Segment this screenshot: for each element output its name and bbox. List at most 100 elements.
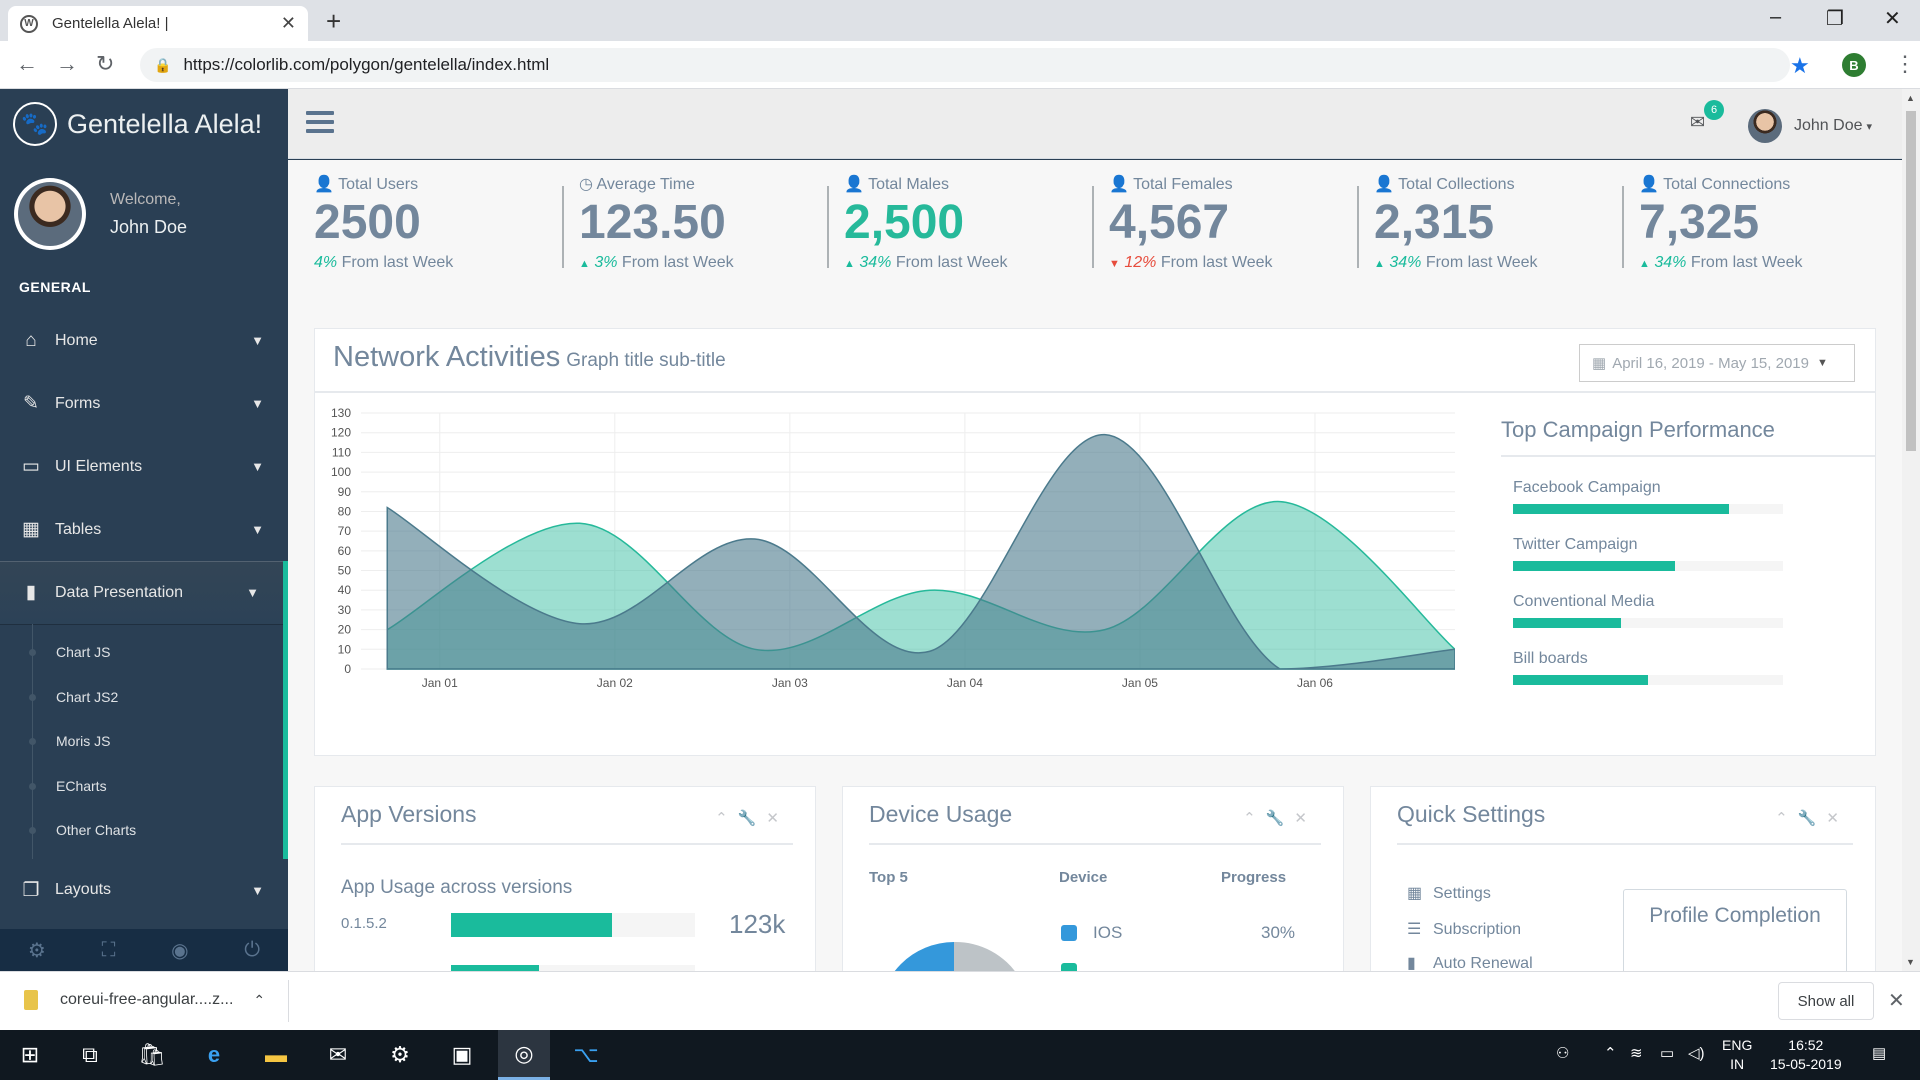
date-range-picker[interactable]: ▦ April 16, 2019 - May 15, 2019 ▼ <box>1579 344 1855 382</box>
submenu-item-echarts[interactable]: ECharts <box>0 764 283 809</box>
campaign-label: Conventional Media <box>1513 593 1655 610</box>
network-app-icon[interactable]: ⚙ <box>374 1030 426 1080</box>
vs-app-icon[interactable]: ▣ <box>436 1030 488 1080</box>
url-field[interactable]: 🔒 https://colorlib.com/polygon/gentelell… <box>140 48 1790 82</box>
people-icon[interactable]: ⚇ <box>1556 1044 1569 1062</box>
brand[interactable]: 🐾 Gentelella Alela! <box>0 89 288 159</box>
chrome-icon[interactable]: ◎ <box>498 1030 550 1080</box>
envelope-icon[interactable]: ✉ <box>1690 112 1705 133</box>
user-icon: 👤 <box>844 176 864 193</box>
campaign-label: Bill boards <box>1513 650 1588 667</box>
tile-average-time: ◷ Average Time 123.50 ▲ 3% From last Wee… <box>562 174 843 274</box>
submenu-item-chart-js[interactable]: Chart JS <box>0 630 283 675</box>
close-icon[interactable]: ✕ <box>1826 810 1849 827</box>
vscode-icon[interactable]: ⌥ <box>560 1030 612 1080</box>
sidebar-item-tables[interactable]: ▦ Tables ▼ <box>0 498 288 561</box>
power-off-icon[interactable]: ⏻ <box>244 939 260 962</box>
scrollbar-thumb[interactable] <box>1906 111 1916 451</box>
submenu-label: Chart JS <box>56 644 111 661</box>
card-title: Device Usage <box>869 801 1013 827</box>
close-shelf-icon[interactable]: ✕ <box>1888 988 1905 1013</box>
close-tab-icon[interactable]: ✕ <box>281 13 296 34</box>
submenu-item-chart-js2[interactable]: Chart JS2 <box>0 675 283 720</box>
mail-icon[interactable]: ✉ <box>312 1030 364 1080</box>
back-icon[interactable]: ← <box>16 51 38 77</box>
wrench-icon[interactable]: 🔧 <box>738 810 767 827</box>
settings-gear-icon[interactable]: ⚙ <box>28 938 46 963</box>
tile-percent: 3% <box>594 254 618 271</box>
quick-setting-auto-renewal[interactable]: ▮ Auto Renewal <box>1407 953 1533 971</box>
tile-value: 2,500 <box>844 196 965 249</box>
calendar-icon: ▦ <box>1407 885 1423 902</box>
file-explorer-icon[interactable]: ▬ <box>250 1030 302 1080</box>
quick-setting-settings[interactable]: ▦ Settings <box>1407 883 1491 903</box>
close-icon[interactable]: ✕ <box>1294 810 1317 827</box>
sidebar-item-label: Home <box>55 331 98 349</box>
desktop-icon: ▭ <box>22 456 40 477</box>
forward-icon[interactable]: → <box>56 51 78 77</box>
legend-swatch <box>1061 925 1077 941</box>
collapse-icon[interactable]: ⌃ <box>1775 810 1798 827</box>
sidebar-item-home[interactable]: ⌂ Home ▼ <box>0 309 288 372</box>
reload-icon[interactable]: ↻ <box>96 51 114 77</box>
sidebar-item-layouts[interactable]: ❐ Layouts ▼ <box>0 859 288 922</box>
wrench-icon[interactable]: 🔧 <box>1266 810 1295 827</box>
edge-icon[interactable]: e <box>188 1030 240 1080</box>
task-view-icon[interactable]: ⧉ <box>64 1030 116 1080</box>
show-all-button[interactable]: Show all <box>1778 982 1874 1020</box>
y-tick-label: 40 <box>338 583 352 597</box>
submenu-item-other-charts[interactable]: Other Charts <box>0 808 283 853</box>
store-icon[interactable]: 🛍 <box>126 1030 178 1080</box>
window-close-icon[interactable]: ✕ <box>1884 6 1901 31</box>
minimize-icon[interactable]: – <box>1770 6 1781 29</box>
browser-tab[interactable]: W Gentelella Alela! | ✕ <box>8 6 308 41</box>
language-indicator[interactable]: ENG IN <box>1722 1036 1752 1074</box>
submenu-item-moris-js[interactable]: Moris JS <box>0 719 283 764</box>
user-menu[interactable]: John Doe ▾ <box>1748 109 1872 143</box>
download-item[interactable]: coreui-free-angular....z... ⌃ <box>24 990 265 1010</box>
clock-time: 16:52 <box>1788 1037 1824 1053</box>
chevron-up-icon[interactable]: ⌃ <box>1604 1044 1617 1062</box>
quick-setting-label: Settings <box>1433 885 1491 902</box>
menu-toggle-icon[interactable] <box>306 111 334 138</box>
browser-menu-icon[interactable]: ⋮ <box>1894 51 1916 77</box>
windows-start-icon[interactable]: ⊞ <box>4 1030 56 1080</box>
main-content: 👤 Total Users 2500 4% From last Week ◷ A… <box>288 160 1902 971</box>
campaign-progress <box>1513 561 1783 571</box>
panel-title: Network Activities Graph title sub-title <box>333 341 726 374</box>
bookmark-star-icon[interactable]: ★ <box>1790 53 1810 79</box>
collapse-icon[interactable]: ⌃ <box>1243 810 1266 827</box>
wordpress-icon: W <box>20 14 38 33</box>
close-icon[interactable]: ✕ <box>766 810 789 827</box>
new-tab-icon[interactable]: + <box>326 6 341 37</box>
campaign-item: Twitter Campaign <box>1513 536 1875 571</box>
caret-up-icon: ▲ <box>579 258 590 270</box>
clock[interactable]: 16:52 15-05-2019 <box>1770 1036 1842 1074</box>
sidebar-item-label: Data Presentation <box>55 583 184 601</box>
wifi-icon[interactable]: ≋ <box>1630 1044 1643 1062</box>
sidebar-item-data-presentation[interactable]: ▮ Data Presentation ▼ <box>0 561 288 624</box>
collapse-icon[interactable]: ⌃ <box>715 810 738 827</box>
tile-caption: From last Week <box>1160 254 1273 271</box>
welcome-user: John Doe <box>110 216 188 237</box>
page-scrollbar[interactable]: ▲ ▼ <box>1902 89 1920 971</box>
download-shelf: coreui-free-angular....z... ⌃ Show all ✕ <box>0 971 1920 1030</box>
eye-slash-icon[interactable]: ◉ <box>171 938 188 963</box>
battery-icon[interactable]: ▭ <box>1660 1044 1674 1062</box>
sidebar-item-ui-elements[interactable]: ▭ UI Elements ▼ <box>0 435 288 498</box>
profile-avatar[interactable]: B <box>1842 53 1866 77</box>
campaign-item: Facebook Campaign <box>1513 479 1875 514</box>
volume-icon[interactable]: ◁) <box>1688 1044 1705 1062</box>
notifications-icon[interactable]: ▤ <box>1872 1044 1886 1062</box>
fullscreen-icon[interactable]: ⛶ <box>101 939 115 962</box>
tile-label: Total Males <box>868 176 949 193</box>
wrench-icon[interactable]: 🔧 <box>1798 810 1827 827</box>
sidebar-item-forms[interactable]: ✎ Forms ▼ <box>0 372 288 435</box>
y-tick-label: 120 <box>331 426 351 440</box>
maximize-icon[interactable]: ❐ <box>1826 6 1844 31</box>
quick-setting-subscription[interactable]: ☰ Subscription <box>1407 919 1521 939</box>
chevron-up-icon[interactable]: ⌃ <box>253 992 265 1009</box>
user-icon: 👤 <box>1374 176 1394 193</box>
url-text: https://colorlib.com/polygon/gentelella/… <box>183 55 550 74</box>
submenu: Chart JS Chart JS2 Moris JS ECharts Othe… <box>0 624 288 859</box>
